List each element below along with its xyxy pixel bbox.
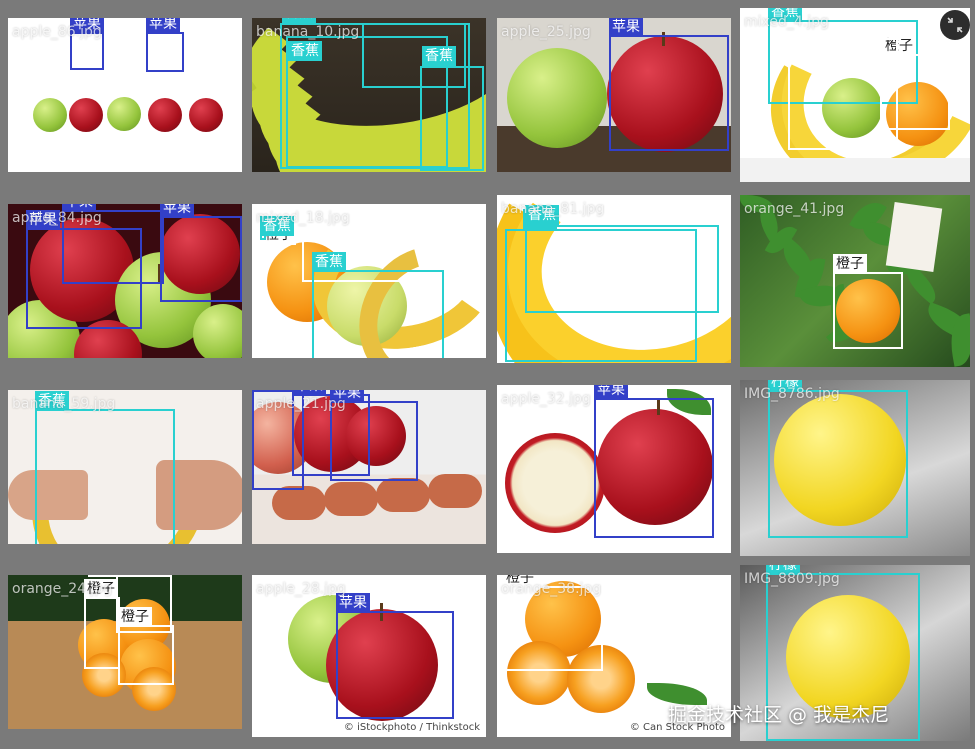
tile-filename: orange_41.jpg [744,201,845,217]
tile-filename: banana_59.jpg [12,396,116,412]
image-tile[interactable]: orange_24.jpg橙子橙子橙子 [8,575,242,729]
image-tile[interactable]: apple_84.jpg苹果苹果苹果 [8,204,242,358]
detection-label: 苹果 [252,390,286,392]
zoom-button[interactable] [940,10,970,40]
watermark: 掘金技术社区 @ 我是杰尼 [668,704,890,726]
tile-filename: orange_38.jpg [501,581,602,597]
tile-filename: banana_10.jpg [256,24,360,40]
image-tile[interactable]: mixed_4.jpg 香蕉 橙子 [740,8,970,182]
image-tile[interactable]: apple_25.jpg 苹果 [497,18,731,172]
red-apple [189,98,223,132]
detection-label: 香蕉 [288,41,322,61]
fruit-leather [272,486,326,520]
detection-label: 香蕉 [312,252,346,272]
zoom-out-icon [947,17,963,33]
detection-label: 橙子 [118,607,152,627]
tile-filename: apple_86.jpg [12,24,102,40]
detection-box: 苹果 [336,593,454,719]
image-tile[interactable]: orange_41.jpg 橙子 [740,195,970,367]
tile-filename: apple_21.jpg [256,396,346,412]
fruit-leather [376,478,430,512]
detection-box: 橙子 [118,607,174,685]
label-strip [740,158,970,182]
detection-label: 橙子 [88,575,122,577]
detection-box: 苹果 [609,18,729,151]
green-apple [507,48,607,148]
image-tile[interactable]: mixed_18.jpg橙子香蕉香蕉 [252,204,486,358]
fruit-leather [324,482,378,516]
detection-label: 橙子 [833,254,867,274]
tile-filename: IMG_8809.jpg [744,571,840,587]
tile-filename: apple_28.jpg [256,581,346,597]
stock-credit: © iStockphoto / Thinkstock [343,722,480,733]
tile-filename: IMG_8786.jpg [744,386,840,402]
tile-filename: apple_25.jpg [501,24,591,40]
tile-filename: mixed_4.jpg [744,14,829,30]
detection-label: 苹果 [146,18,180,34]
detection-box: 香蕉 [35,391,175,544]
green-apple [107,97,141,131]
image-tile[interactable]: apple_32.jpg 苹果 [497,385,731,553]
detection-label: 苹果 [160,204,194,218]
detection-box: 柠檬 [768,380,908,538]
fruit-leather [428,474,482,508]
image-tile[interactable]: IMG_8786.jpg 柠檬 [740,380,970,556]
tile-filename: apple_84.jpg [12,210,102,226]
tile-filename: mixed_18.jpg [256,210,350,226]
detection-box: 香蕉 [312,252,444,358]
detection-label: 苹果 [609,18,643,37]
red-apple [69,98,103,132]
detection-box: 苹果 [330,390,418,481]
detection-box [788,38,898,150]
image-tile[interactable]: apple_21.jpg苹果苹果苹果 [252,390,486,544]
detection-box: 香蕉 [525,205,719,313]
apple-half [505,433,605,533]
detection-box: 苹果 [146,18,184,72]
detection-box: 苹果 [594,385,714,538]
image-grid: apple_86.jpg苹果苹果banana_10.jpg香蕉香蕉香蕉apple… [0,0,975,749]
detection-box: 橙子 [84,579,120,669]
detection-box [362,23,466,88]
image-tile[interactable]: banana_10.jpg香蕉香蕉香蕉 [252,18,486,172]
detection-box: 苹果 [160,204,242,302]
detection-box: 橙子 [503,575,603,671]
image-tile[interactable]: apple_28.jpg © iStockphoto / Thinkstock 苹果 [252,575,486,737]
image-tile[interactable]: banana_81.jpg香蕉香蕉 [497,195,731,363]
tag [885,201,943,273]
detection-label: 苹果 [594,385,628,400]
tile-filename: apple_32.jpg [501,391,591,407]
detection-label: 香蕉 [282,18,316,23]
detection-box: 橙子 [833,254,903,349]
image-tile[interactable]: banana_59.jpg 香蕉 [8,390,242,544]
detection-box: 香蕉 [260,216,294,240]
tile-filename: banana_81.jpg [501,201,605,217]
red-apple [148,98,182,132]
tile-filename: orange_24.jpg [12,581,113,597]
image-tile[interactable]: apple_86.jpg 苹果 苹果 [8,18,242,172]
green-apple [33,98,67,132]
